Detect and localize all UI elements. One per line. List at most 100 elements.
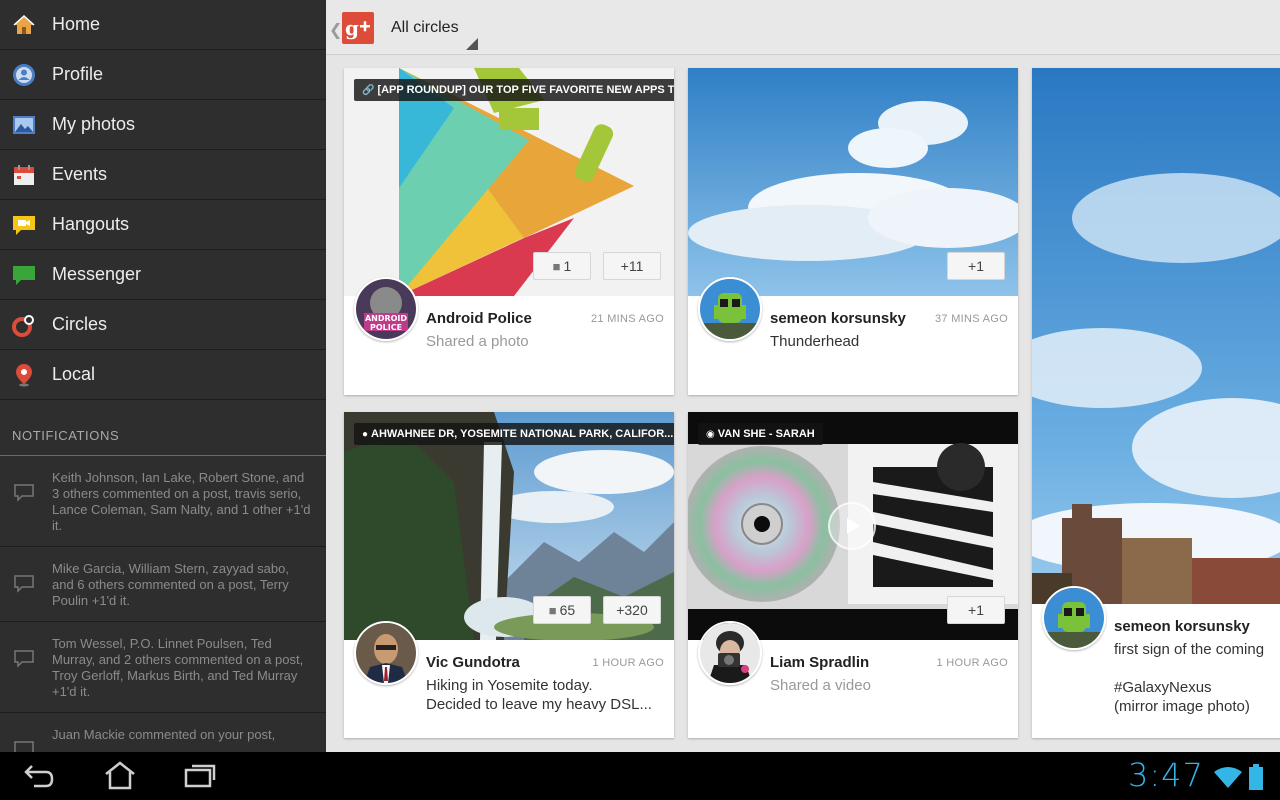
notification-item[interactable]: Juan Mackie commented on your post,: [0, 713, 326, 752]
recent-apps-icon: [184, 764, 216, 788]
notification-item[interactable]: Mike Garcia, William Stern, zayyad sabo,…: [0, 547, 326, 622]
home-icon: [12, 13, 36, 37]
circles-dropdown[interactable]: All circles: [384, 0, 508, 55]
location-icon: ●: [362, 429, 369, 440]
back-arrow-icon: [24, 765, 54, 788]
notification-text: Keith Johnson, Ian Lake, Robert Stone, a…: [52, 470, 311, 533]
sidebar-item-label: Home: [52, 14, 101, 34]
events-icon: [12, 163, 36, 187]
post-image[interactable]: ● AHWAHNEE DR, YOSEMITE NATIONAL PARK, CA…: [344, 412, 674, 640]
profile-icon: [12, 63, 36, 87]
post-hashtag-link[interactable]: #GalaxyNexus: [1114, 678, 1280, 697]
post-tag[interactable]: ◉ VAN SHE - SARAH: [698, 423, 823, 445]
stream: 🔗 [APP ROUNDUP] OUR TOP FIVE FAVORITE NEW…: [326, 56, 1280, 752]
sidebar-item-my-photos[interactable]: My photos: [0, 100, 326, 150]
circles-icon: [12, 313, 36, 337]
plus-one-button[interactable]: +1: [947, 252, 1005, 280]
recent-apps-button[interactable]: [180, 760, 220, 792]
post-tag-text: [APP ROUNDUP] OUR TOP FIVE FAVORITE NEW …: [377, 84, 674, 96]
notification-item[interactable]: Tom Wessel, P.O. Linnet Poulsen, Ted Mur…: [0, 622, 326, 713]
battery-icon: [1248, 764, 1264, 795]
sidebar-item-hangouts[interactable]: Hangouts: [0, 200, 326, 250]
svg-text:POLICE: POLICE: [370, 323, 402, 332]
plus-one-button[interactable]: +11: [603, 252, 661, 280]
comments-button[interactable]: ■ 1: [533, 252, 591, 280]
sidebar-item-circles[interactable]: Circles: [0, 300, 326, 350]
home-outline-icon: [105, 761, 135, 790]
post-body-line: Decided to leave my heavy DSL...: [426, 696, 652, 713]
sidebar-item-label: Hangouts: [52, 214, 130, 234]
comment-bubble-icon: ■: [548, 602, 557, 618]
top-action-bar: ❮ g All circles: [326, 0, 1280, 55]
status-clock[interactable]: 3:47: [1128, 756, 1204, 794]
post-tag[interactable]: ● AHWAHNEE DR, YOSEMITE NATIONAL PARK, CA…: [354, 423, 674, 445]
sidebar: Home Profile My photos Events Hangouts M…: [0, 0, 326, 752]
post-card[interactable]: ◉ VAN SHE - SARAH +1 Liam Spradlin 1 HOUR…: [688, 412, 1018, 738]
post-image[interactable]: 🔗 [APP ROUNDUP] OUR TOP FIVE FAVORITE NEW…: [344, 68, 674, 296]
back-button[interactable]: [20, 760, 60, 792]
avatar[interactable]: [1042, 586, 1106, 650]
notifications-header: NOTIFICATIONS: [0, 400, 326, 456]
notification-text: Mike Garcia, William Stern, zayyad sabo,…: [52, 561, 289, 608]
sidebar-item-label: Messenger: [52, 264, 142, 284]
notification-text: Tom Wessel, P.O. Linnet Poulsen, Ted Mur…: [52, 636, 304, 699]
sidebar-item-local[interactable]: Local: [0, 350, 326, 400]
sidebar-item-messenger[interactable]: Messenger: [0, 250, 326, 300]
post-body: Shared a photo: [426, 333, 529, 350]
avatar[interactable]: [354, 621, 418, 685]
comment-icon: [12, 647, 36, 671]
svg-text:g: g: [345, 16, 359, 40]
app-root: Home Profile My photos Events Hangouts M…: [0, 0, 1280, 800]
plus-one-count: +11: [620, 258, 644, 274]
post-card[interactable]: 🔗 [APP ROUNDUP] OUR TOP FIVE FAVORITE NEW…: [344, 68, 674, 395]
post-body: Thunderhead: [770, 333, 860, 350]
post-card[interactable]: semeon korsunsky first sign of the comin…: [1032, 68, 1280, 738]
post-author[interactable]: semeon korsunsky: [1114, 618, 1250, 635]
post-tag[interactable]: 🔗 [APP ROUNDUP] OUR TOP FIVE FAVORITE NEW…: [354, 79, 674, 101]
comments-button[interactable]: ■ 65: [533, 596, 591, 624]
post-author[interactable]: Android Police: [426, 310, 532, 327]
link-icon: 🔗: [362, 85, 375, 96]
sidebar-item-label: Circles: [52, 314, 108, 334]
hangouts-icon: [12, 213, 36, 237]
post-body-line: Hiking in Yosemite today.: [426, 677, 593, 694]
avatar[interactable]: ANDROID POLICE: [354, 277, 418, 341]
circles-dropdown-label: All circles: [391, 19, 459, 36]
play-icon: [847, 518, 860, 534]
sidebar-item-label: My photos: [52, 114, 136, 134]
post-time: 37 MINS AGO: [935, 313, 1008, 325]
post-author[interactable]: Liam Spradlin: [770, 654, 869, 671]
post-time: 21 MINS AGO: [591, 313, 664, 325]
post-image[interactable]: +1: [688, 68, 1018, 296]
plus-one-button[interactable]: +1: [947, 596, 1005, 624]
post-card[interactable]: +1 semeon korsunsky 37 MINS AGO Thunderh…: [688, 68, 1018, 395]
google-plus-logo[interactable]: g: [342, 12, 374, 44]
home-nav-button[interactable]: [100, 760, 140, 792]
plus-one-count: +1: [968, 258, 984, 274]
avatar[interactable]: [698, 621, 762, 685]
photos-icon: [12, 113, 36, 137]
post-author[interactable]: semeon korsunsky: [770, 310, 906, 327]
chevron-left-icon[interactable]: ❮: [329, 20, 342, 40]
post-image[interactable]: ◉ VAN SHE - SARAH +1: [688, 412, 1018, 640]
plus-one-button[interactable]: +320: [603, 596, 661, 624]
post-body-line: (mirror image photo): [1114, 698, 1250, 715]
post-time: 1 HOUR AGO: [936, 657, 1008, 669]
svg-text:ANDROID: ANDROID: [365, 314, 407, 323]
comment-icon: [12, 481, 36, 505]
post-card[interactable]: ● AHWAHNEE DR, YOSEMITE NATIONAL PARK, CA…: [344, 412, 674, 738]
sidebar-item-profile[interactable]: Profile: [0, 50, 326, 100]
comment-icon: [12, 572, 36, 596]
post-body: Shared a video: [770, 677, 871, 694]
post-author[interactable]: Vic Gundotra: [426, 654, 520, 671]
comment-count: 1: [563, 258, 572, 274]
system-navigation-bar: 3:47: [0, 752, 1280, 800]
sidebar-item-events[interactable]: Events: [0, 150, 326, 200]
post-image[interactable]: [1032, 68, 1280, 604]
notification-item[interactable]: Keith Johnson, Ian Lake, Robert Stone, a…: [0, 456, 326, 547]
sidebar-item-home[interactable]: Home: [0, 0, 326, 50]
play-video-button[interactable]: [828, 502, 876, 550]
avatar[interactable]: [698, 277, 762, 341]
post-body-line: first sign of the coming: [1114, 641, 1265, 658]
wifi-icon: [1214, 766, 1242, 793]
